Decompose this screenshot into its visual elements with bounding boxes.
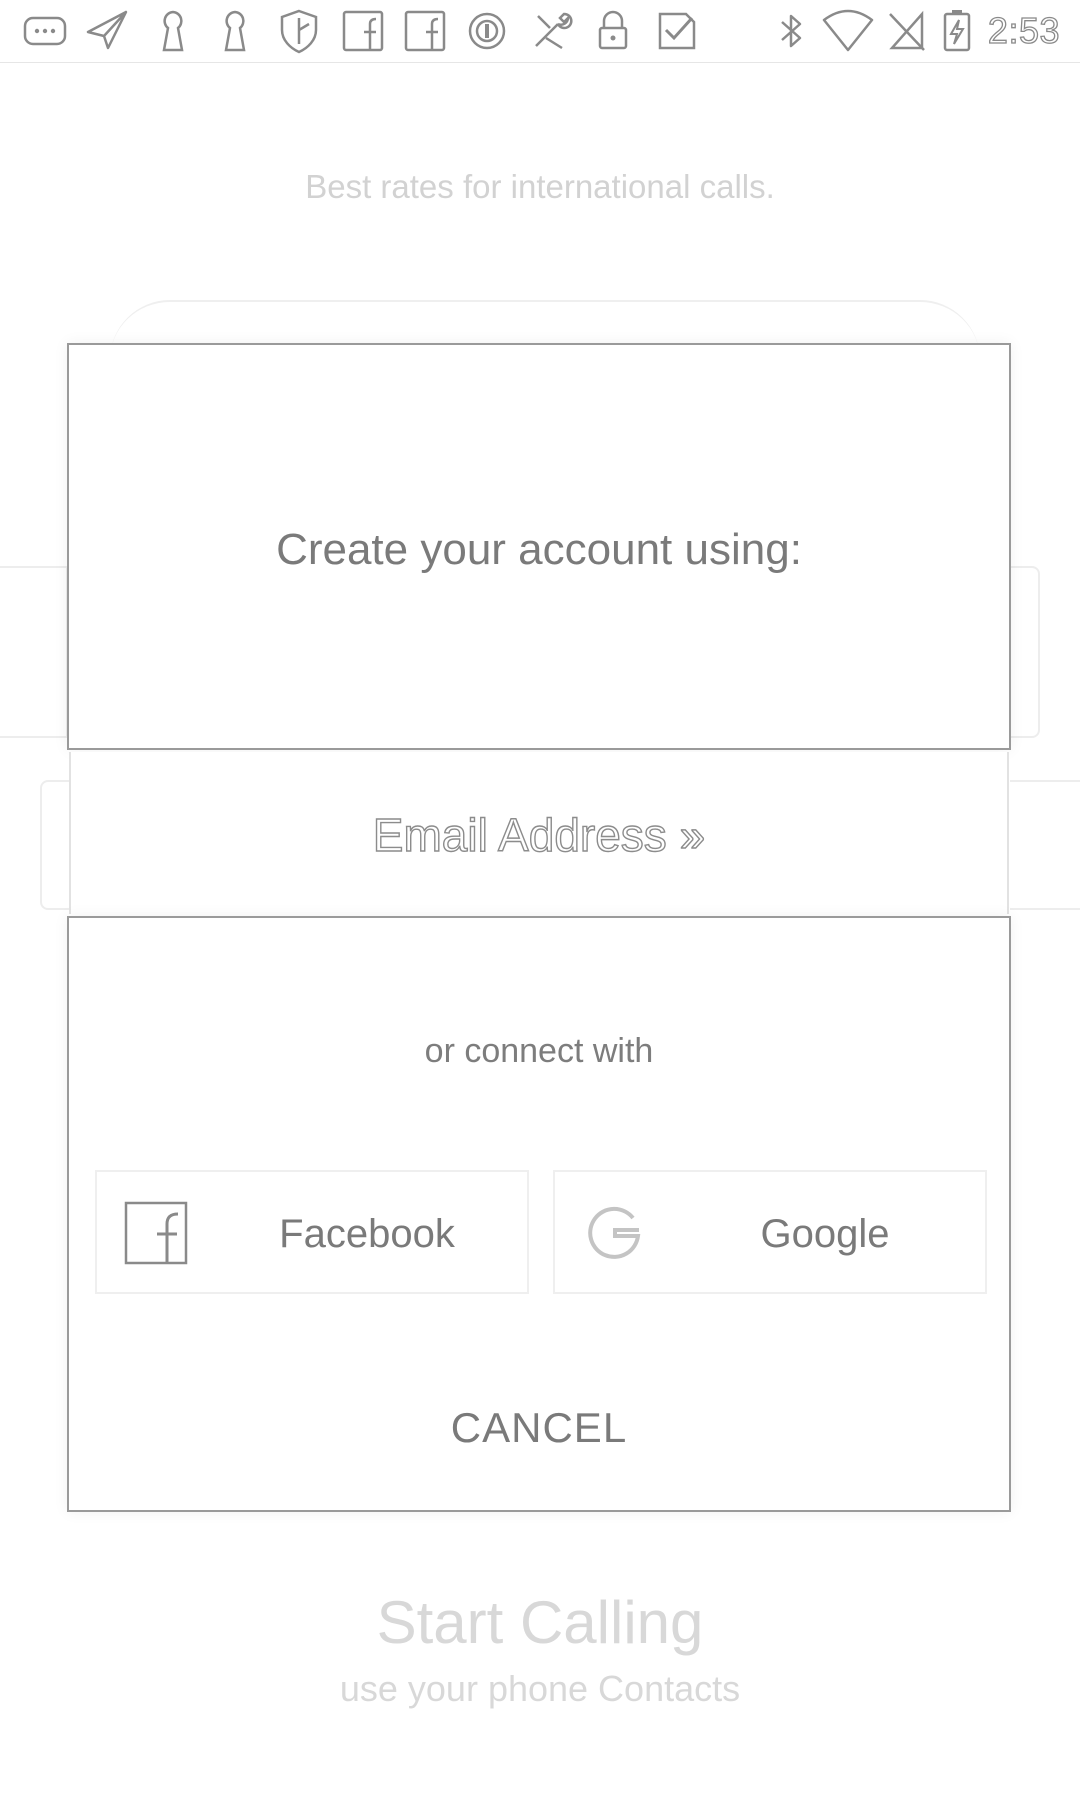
keyhole-icon <box>150 8 196 54</box>
target-icon <box>464 8 510 54</box>
bluetooth-icon <box>768 8 814 54</box>
start-calling-heading: Start Calling <box>376 1589 704 1656</box>
shield-icon <box>276 8 322 54</box>
keyhole-icon <box>212 8 258 54</box>
tools-icon <box>528 8 574 54</box>
facebook-icon <box>340 8 386 54</box>
background-card <box>1010 566 1040 738</box>
email-address-label: Email Address » <box>372 808 706 861</box>
cancel-button[interactable]: CANCEL <box>69 1404 1009 1452</box>
google-icon <box>581 1200 647 1266</box>
dialog-title: Create your account using: <box>276 525 802 574</box>
chat-bubble-icon <box>22 8 68 54</box>
send-icon <box>84 8 130 54</box>
status-bar-time: 2:53 <box>987 9 1060 51</box>
checkmark-icon <box>654 8 700 54</box>
connect-with-label: or connect with <box>424 1032 654 1070</box>
facebook-button[interactable]: Facebook <box>95 1170 529 1294</box>
start-calling-subtitle: use your phone Contacts <box>339 1668 741 1709</box>
tagline: Best rates for international calls. <box>305 168 775 205</box>
status-bar: 2:53 <box>0 0 1080 63</box>
dialog-header: Create your account using: <box>67 343 1011 750</box>
facebook-label: Facebook <box>279 1212 455 1256</box>
wifi-icon <box>822 8 874 54</box>
lock-icon <box>590 8 636 54</box>
no-sim-icon <box>884 8 930 54</box>
battery-charging-icon <box>934 8 980 54</box>
facebook-icon <box>123 1200 189 1266</box>
google-button[interactable]: Google <box>553 1170 987 1294</box>
background-card <box>1010 780 1080 910</box>
facebook-icon <box>402 8 448 54</box>
email-address-button[interactable]: Email Address » <box>69 752 1009 914</box>
background-card <box>0 566 68 738</box>
google-label: Google <box>760 1212 890 1256</box>
background-card <box>40 780 72 910</box>
dialog-body: or connect with Facebook Google CANCEL <box>67 916 1011 1512</box>
